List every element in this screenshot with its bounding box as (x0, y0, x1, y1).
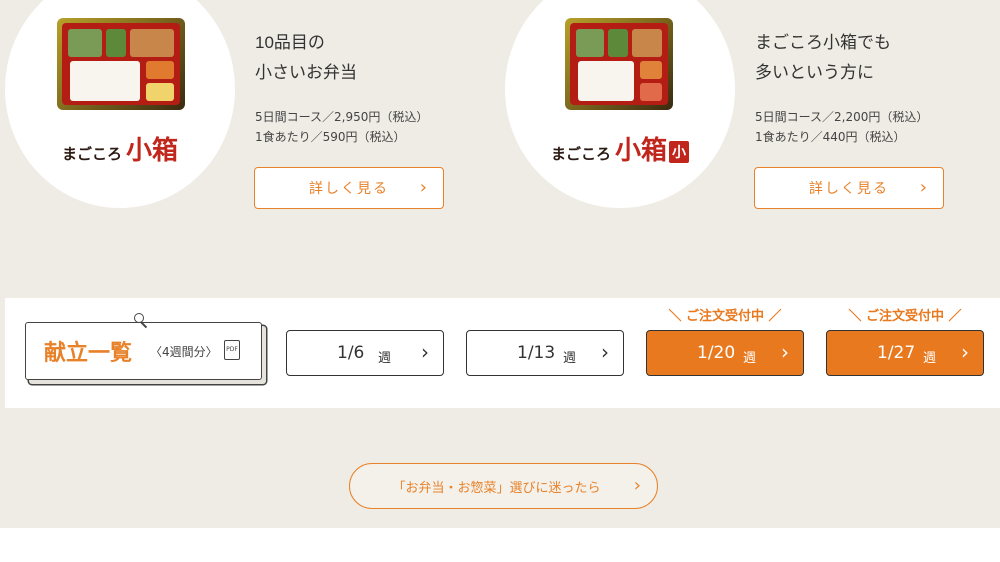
top-section: まごころ 小箱 10品目の 小さいお弁当 5日間コース／2,950円（税込） 1食… (0, 0, 1000, 528)
week-button-4[interactable]: 1/27 週 › (826, 330, 984, 376)
brand-logo: まごころ 小箱小 (500, 130, 740, 167)
week-button-2[interactable]: 1/13 週 › (466, 330, 624, 376)
pdf-icon: PDF (224, 340, 240, 360)
selection-guide-button[interactable]: 「お弁当・お惣菜」選びに迷ったら › (349, 463, 658, 509)
product-card-kobako: まごころ 小箱 10品目の 小さいお弁当 5日間コース／2,950円（税込） 1食… (0, 0, 500, 260)
menu-list-pdf-link[interactable]: 献立一覧 〈4週間分〉 PDF (25, 313, 262, 380)
chevron-right-icon: › (421, 340, 429, 364)
price-course: 5日間コース／2,950円（税込） (255, 110, 429, 124)
detail-button[interactable]: 詳しく見る › (754, 167, 944, 209)
chevron-right-icon: › (601, 340, 609, 364)
chevron-right-icon: › (961, 340, 969, 364)
chevron-right-icon: › (633, 475, 641, 496)
chevron-right-icon: › (781, 340, 789, 364)
product-title: まごころ小箱でも 多いという方に (755, 33, 891, 82)
product-price: 5日間コース／2,200円（税込） 1食あたり／440円（税込） (755, 107, 928, 147)
order-accepting-label: ＼ ご注文受付中 ／ (668, 309, 782, 324)
week-button-3[interactable]: 1/20 週 › (646, 330, 804, 376)
product-title: 10品目の 小さいお弁当 (255, 33, 357, 82)
product-card-kobako-small: まごころ 小箱小 まごころ小箱でも 多いという方に 5日間コース／2,200円（税… (500, 0, 1000, 260)
guide-label: 「お弁当・お惣菜」選びに迷ったら (392, 480, 601, 496)
price-per-meal: 1食あたり／440円（税込） (755, 130, 906, 144)
week-button-1[interactable]: 1/6 週 › (286, 330, 444, 376)
chevron-right-icon: › (919, 177, 929, 198)
bento-image (57, 18, 185, 110)
menu-subtitle: 〈4週間分〉 (150, 345, 218, 359)
menu-title: 献立一覧 (44, 341, 133, 366)
bento-image (565, 18, 673, 110)
price-per-meal: 1食あたり／590円（税込） (255, 130, 406, 144)
detail-button[interactable]: 詳しく見る › (254, 167, 444, 209)
product-price: 5日間コース／2,950円（税込） 1食あたり／590円（税込） (255, 107, 428, 147)
order-accepting-label: ＼ ご注文受付中 ／ (848, 309, 962, 324)
menu-list-bar: 献立一覧 〈4週間分〉 PDF ＼ ご注文受付中 ／ ＼ ご注文受付中 ／ 1/… (5, 298, 1000, 408)
price-course: 5日間コース／2,200円（税込） (755, 110, 929, 124)
brand-logo: まごころ 小箱 (61, 136, 179, 166)
chevron-right-icon: › (419, 177, 429, 198)
